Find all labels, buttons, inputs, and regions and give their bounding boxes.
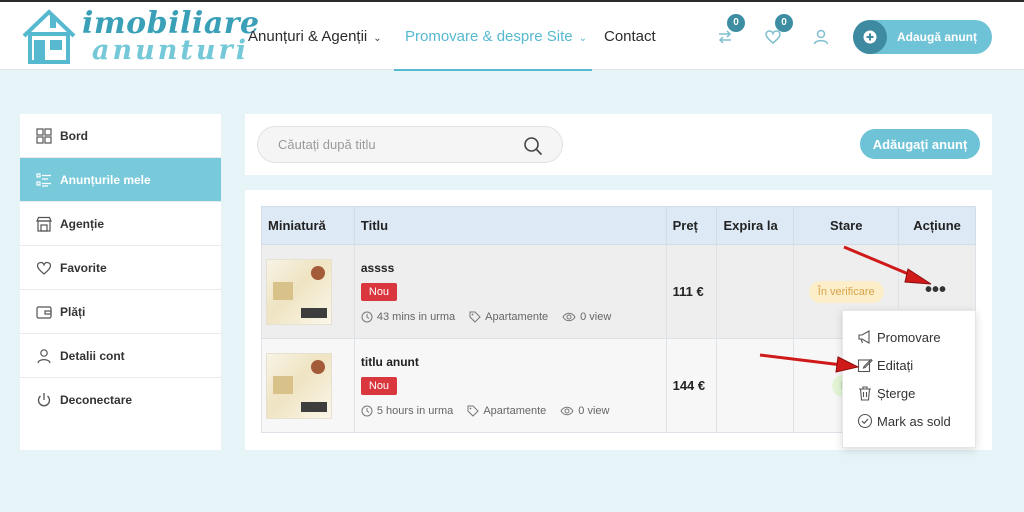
menu-item-label: Mark as sold <box>877 413 951 429</box>
user-icon[interactable] <box>812 28 830 46</box>
chevron-down-icon: ⌄ <box>578 33 587 44</box>
listing-expires <box>716 244 795 339</box>
check-circle-icon <box>857 413 873 429</box>
add-listing-label: Adaugă anunț <box>897 30 977 44</box>
listing-category[interactable]: Apartamente <box>483 405 546 417</box>
listing-price: 111 € <box>665 244 718 339</box>
clock-icon <box>361 311 373 322</box>
list-icon <box>36 173 51 187</box>
logo-text-line2: anunturi <box>92 35 249 66</box>
nav-label: Anunțuri & Agenții <box>248 28 368 45</box>
listing-expires <box>716 338 795 433</box>
clock-icon <box>361 405 373 416</box>
sidebar-item-label: Plăți <box>60 305 86 319</box>
title-cell: titlu anunt Nou 5 hours in urma Apartame… <box>353 338 667 433</box>
listing-thumbnail[interactable] <box>266 352 332 419</box>
menu-item-edit[interactable]: Editați <box>857 357 913 373</box>
sidebar-item-label: Agenție <box>60 217 105 231</box>
menu-item-mark-sold[interactable]: Mark as sold <box>857 413 951 429</box>
sidebar-item-dashboard[interactable]: Bord <box>20 114 221 158</box>
megaphone-icon <box>858 330 870 344</box>
nav-listings-agencies[interactable]: Anunțuri & Agenții ⌄ <box>248 28 382 45</box>
sidebar-item-label: Deconectare <box>60 393 133 407</box>
column-header-action: Acțiune <box>898 206 976 245</box>
add-listing-header-button[interactable]: Adaugă anunț <box>853 20 992 54</box>
status-badge: În verificare <box>808 280 884 303</box>
listing-views: 0 view <box>578 404 610 417</box>
plus-icon <box>853 20 887 54</box>
column-header-expires: Expira la <box>716 206 795 245</box>
search-input[interactable] <box>257 126 563 163</box>
nav-label: Contact <box>604 28 656 45</box>
dashboard-icon <box>36 128 52 144</box>
menu-item-delete[interactable]: Șterge <box>857 385 915 401</box>
site-header: imobiliare anunturi Anunțuri & Agenții ⌄ … <box>0 0 1024 71</box>
thumbnail-cell <box>261 338 355 433</box>
listing-meta: 43 mins in urma Apartamente 0 view <box>361 311 666 323</box>
eye-icon <box>562 312 576 321</box>
sidebar-item-payments[interactable]: Plăți <box>20 290 221 334</box>
eye-icon <box>560 406 574 415</box>
search-panel: Adăugați anunț <box>245 114 992 175</box>
actions-dropdown-menu: Promovare Editați Șterge Mark as sold <box>842 310 976 448</box>
menu-item-label: Șterge <box>877 385 916 401</box>
nav-contact[interactable]: Contact <box>604 28 656 45</box>
sidebar-item-logout[interactable]: Deconectare <box>20 378 221 422</box>
tag-icon <box>469 311 481 323</box>
title-cell: assss Nou 43 mins in urma Apartamente 0 … <box>353 244 667 339</box>
column-header-title: Titlu <box>353 206 667 245</box>
power-icon <box>37 393 51 407</box>
search-icon[interactable] <box>523 136 543 156</box>
favorites-count-badge: 0 <box>775 14 793 32</box>
tag-icon <box>467 405 480 417</box>
compare-count-badge: 0 <box>727 14 745 32</box>
edit-icon <box>857 358 873 373</box>
chevron-down-icon: ⌄ <box>373 33 382 44</box>
sidebar-item-my-listings[interactable]: Anunțurile mele <box>20 158 221 202</box>
menu-item-promote[interactable]: Promovare <box>857 329 941 345</box>
listing-time: 5 hours in urma <box>376 404 454 417</box>
nav-label: Promovare & despre Site <box>405 28 573 45</box>
user-icon <box>37 349 51 364</box>
column-header-thumbnail: Miniatură <box>261 206 355 245</box>
nav-promotion-about[interactable]: Promovare & despre Site ⌄ <box>405 28 587 45</box>
listing-meta: 5 hours in urma Apartamente 0 view <box>361 405 666 417</box>
listing-views: 0 view <box>580 310 612 323</box>
add-listing-button[interactable]: Adăugați anunț <box>860 129 980 159</box>
column-header-price: Preț <box>665 206 718 245</box>
sidebar-item-label: Detalii cont <box>60 349 125 363</box>
menu-item-label: Promovare <box>877 329 941 345</box>
listing-title[interactable]: titlu anunt <box>361 355 666 369</box>
menu-item-label: Editați <box>877 357 914 373</box>
column-header-status: Stare <box>793 206 900 245</box>
store-icon <box>36 216 52 232</box>
account-sidebar: Bord Anunțurile mele Agenție Favorite Pl… <box>20 114 221 450</box>
listing-title[interactable]: assss <box>361 261 666 275</box>
new-tag: Nou <box>360 282 398 301</box>
site-logo[interactable]: imobiliare anunturi <box>20 6 259 66</box>
sidebar-item-label: Anunțurile mele <box>60 173 151 187</box>
listing-thumbnail[interactable] <box>266 258 332 325</box>
heart-icon <box>36 261 52 275</box>
trash-icon <box>859 386 871 401</box>
wallet-icon <box>36 306 52 319</box>
house-logo-icon <box>22 9 76 64</box>
new-tag: Nou <box>360 376 398 395</box>
more-actions-icon[interactable]: ••• <box>925 280 946 300</box>
listing-price: 144 € <box>665 338 718 433</box>
sidebar-item-agency[interactable]: Agenție <box>20 202 221 246</box>
sidebar-item-account-details[interactable]: Detalii cont <box>20 334 221 378</box>
sidebar-item-label: Bord <box>60 129 88 143</box>
sidebar-item-favorites[interactable]: Favorite <box>20 246 221 290</box>
active-nav-underline <box>394 69 592 71</box>
listing-category[interactable]: Apartamente <box>485 311 548 323</box>
sidebar-item-label: Favorite <box>60 261 107 275</box>
listing-time: 43 mins in urma <box>376 310 456 323</box>
table-header-row: Miniatură Titlu Preț Expira la Stare Acț… <box>261 206 976 245</box>
thumbnail-cell <box>261 244 355 339</box>
